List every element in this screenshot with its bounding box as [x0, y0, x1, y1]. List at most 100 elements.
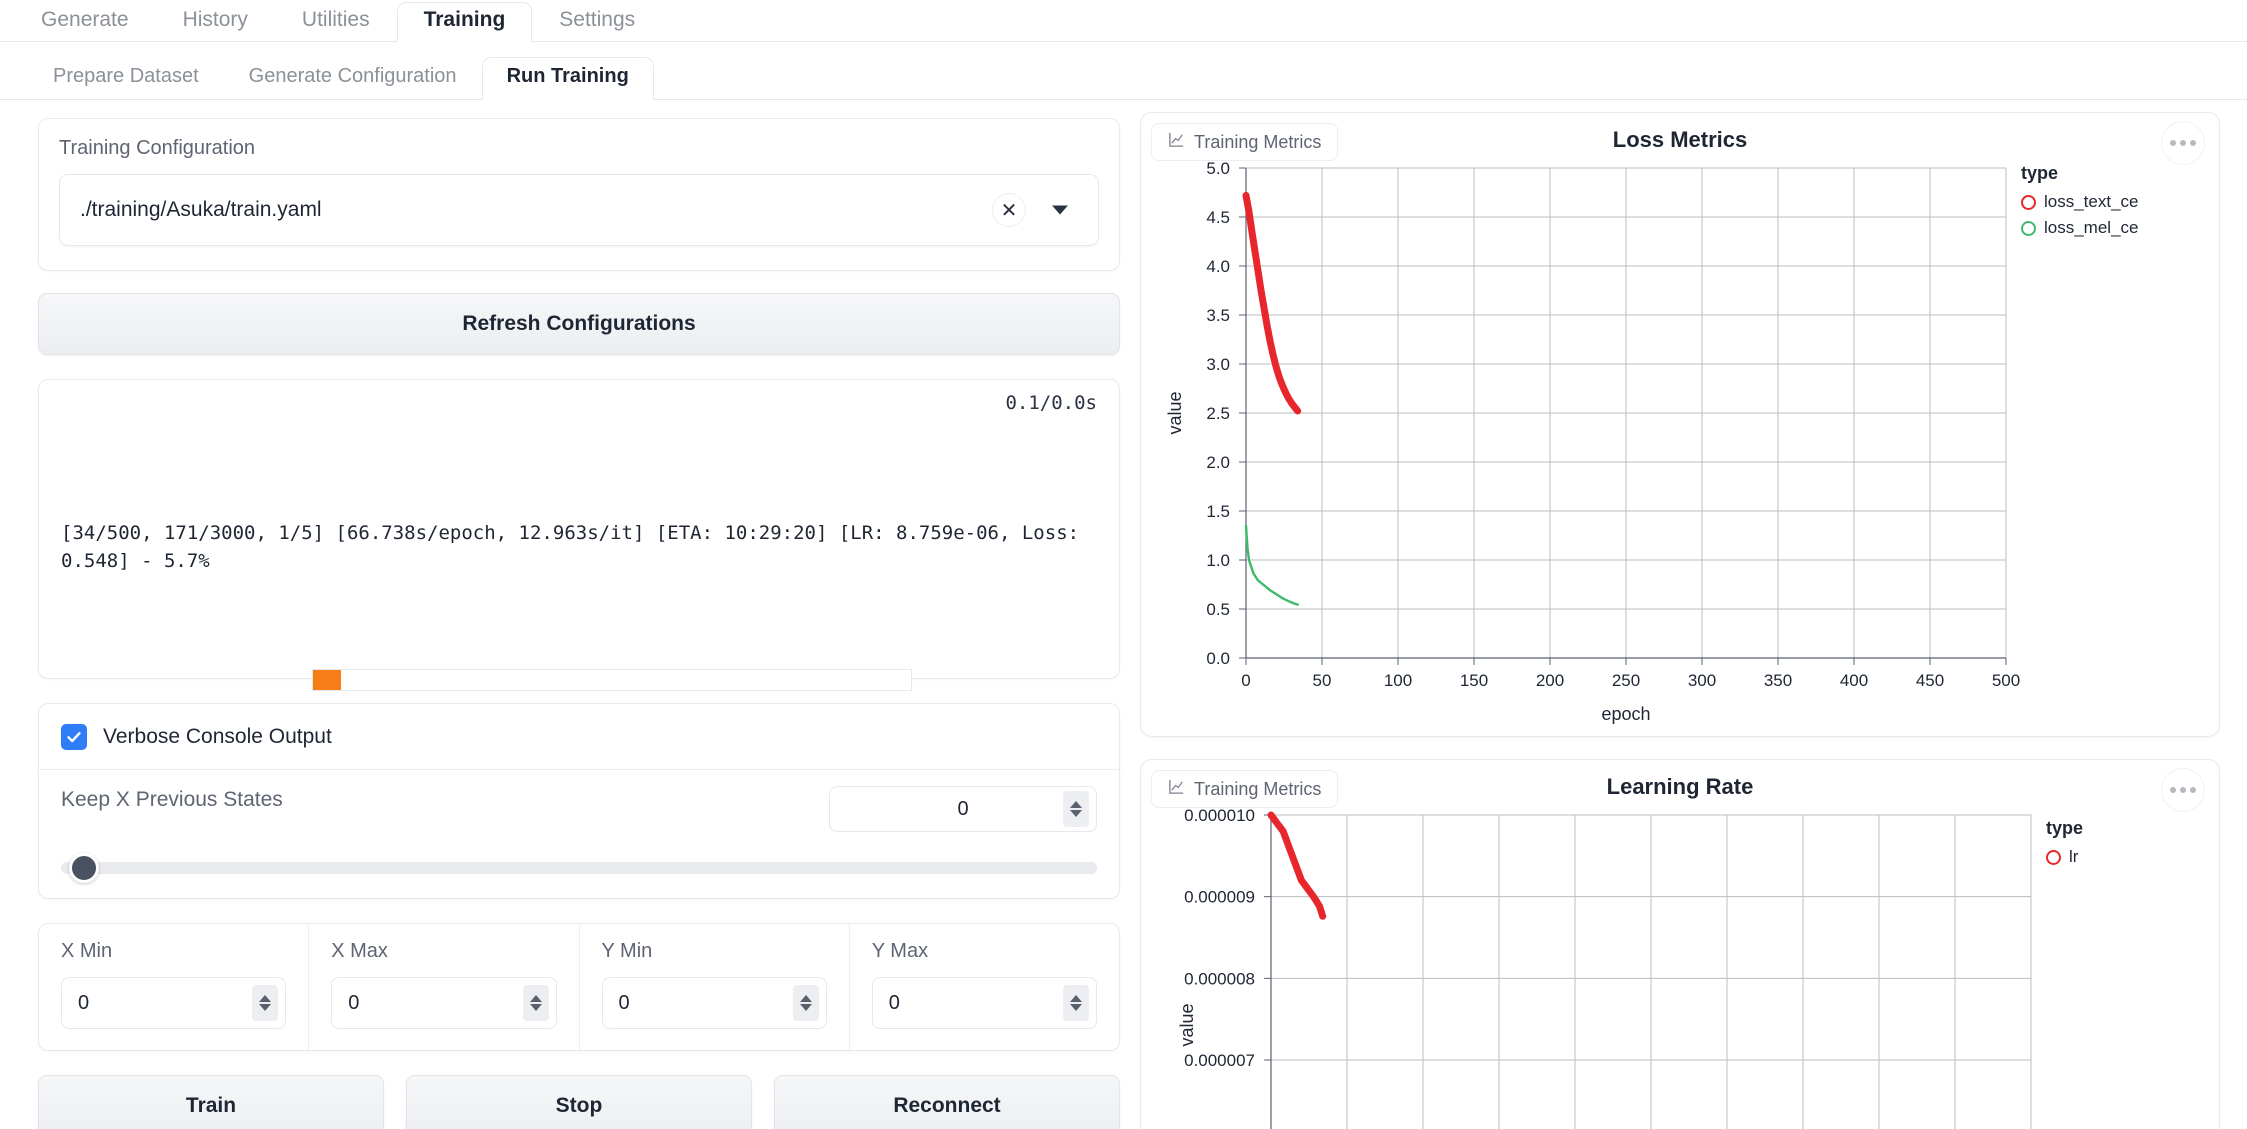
stepper-down-icon[interactable]: [259, 1004, 272, 1011]
stepper-down-icon[interactable]: [1070, 1004, 1082, 1011]
tab-generate-configuration[interactable]: Generate Configuration: [224, 57, 482, 99]
legend-title: type: [2046, 818, 2084, 838]
console-timer: 0.1/0.0s: [1005, 392, 1097, 414]
legend-swatch-icon: [2021, 194, 2036, 210]
x-max-label: X Max: [331, 940, 388, 962]
primary-tab-bar: Generate History Utilities Training Sett…: [0, 0, 2247, 42]
training-configuration-select[interactable]: ./training/Asuka/train.yaml ✕: [59, 174, 1099, 246]
svg-text:3.5: 3.5: [1206, 306, 1230, 325]
training-progress-fill: [313, 670, 341, 690]
tab-settings[interactable]: Settings: [532, 2, 662, 41]
y-max-value: 0: [888, 991, 900, 1014]
refresh-configurations-button[interactable]: Refresh Configurations: [38, 293, 1120, 355]
svg-text:0.000009: 0.000009: [1184, 888, 1255, 907]
verbose-console-checkbox[interactable]: [61, 723, 87, 750]
svg-text:50: 50: [1313, 671, 1332, 690]
stepper-down-icon[interactable]: [799, 1004, 812, 1011]
svg-text:1.5: 1.5: [1206, 502, 1230, 521]
svg-text:2.5: 2.5: [1206, 404, 1230, 423]
console-output-card: 0.1/0.0s [34/500, 171/3000, 1/5] [66.738…: [38, 379, 1120, 679]
stepper-up-icon[interactable]: [529, 995, 542, 1002]
train-button[interactable]: Train: [38, 1075, 384, 1129]
chart-icon: [1168, 778, 1185, 800]
y-max-input[interactable]: 0: [871, 977, 1097, 1029]
svg-text:350: 350: [1764, 671, 1792, 690]
console-log-text: [34/500, 171/3000, 1/5] [66.738s/epoch, …: [61, 522, 1091, 572]
training-page: Generate History Utilities Training Sett…: [0, 0, 2247, 1129]
training-configuration-card: Training Configuration ./training/Asuka/…: [38, 118, 1120, 271]
svg-text:2.0: 2.0: [1206, 453, 1230, 472]
tab-history[interactable]: History: [156, 2, 275, 41]
svg-text:250: 250: [1612, 671, 1640, 690]
keep-previous-states-value: 0: [957, 797, 969, 820]
svg-text:500: 500: [1992, 671, 2020, 690]
reconnect-button[interactable]: Reconnect: [774, 1075, 1120, 1129]
stepper-down-icon[interactable]: [1070, 810, 1082, 817]
axis-range-card: X Min 0 X Max 0 Y Min 0 Y Max 0: [38, 923, 1120, 1051]
chart-icon: [1168, 131, 1185, 153]
tab-utilities[interactable]: Utilities: [275, 2, 397, 41]
training-progress-bar: [312, 669, 912, 691]
stepper-up-icon[interactable]: [1070, 801, 1082, 808]
y-min-value: 0: [618, 991, 630, 1014]
stop-button[interactable]: Stop: [406, 1075, 752, 1129]
x-min-value: 0: [78, 991, 90, 1014]
close-icon[interactable]: ✕: [992, 193, 1026, 227]
stepper-up-icon[interactable]: [259, 995, 272, 1002]
loss-panel-tab-label: Training Metrics: [1194, 131, 1322, 152]
svg-text:450: 450: [1916, 671, 1944, 690]
y-min-input[interactable]: 0: [601, 977, 827, 1029]
more-horizontal-icon[interactable]: [2161, 121, 2205, 165]
tab-training[interactable]: Training: [396, 2, 533, 42]
legend-title: type: [2021, 163, 2059, 183]
keep-previous-states-stepper[interactable]: [1063, 791, 1089, 827]
legend-item[interactable]: lr: [2046, 847, 2083, 867]
tab-prepare-dataset[interactable]: Prepare Dataset: [28, 57, 224, 99]
svg-text:0.000008: 0.000008: [1184, 969, 1255, 988]
tab-generate[interactable]: Generate: [14, 2, 156, 41]
training-controls-column: Training Configuration ./training/Asuka/…: [38, 118, 1120, 1129]
keep-previous-states-group: Keep X Previous States 0: [38, 769, 1120, 899]
stepper-down-icon[interactable]: [529, 1004, 542, 1011]
x-max-input[interactable]: 0: [331, 977, 557, 1029]
stepper-up-icon[interactable]: [799, 995, 812, 1002]
x-min-stepper[interactable]: [252, 985, 279, 1021]
svg-text:0.0: 0.0: [1206, 649, 1230, 668]
legend-swatch-icon: [2021, 220, 2036, 236]
chevron-down-icon[interactable]: [1052, 205, 1068, 215]
more-horizontal-icon[interactable]: [2161, 768, 2205, 812]
y-min-stepper[interactable]: [792, 985, 819, 1021]
charts-column: Training Metrics Loss Metrics 0 50 100 150 2…: [1140, 112, 2220, 1129]
y-max-label: Y Max: [871, 940, 929, 962]
svg-text:1.0: 1.0: [1206, 551, 1230, 570]
y-max-stepper[interactable]: [1063, 985, 1089, 1021]
tab-run-training[interactable]: Run Training: [481, 57, 654, 100]
svg-text:value: value: [1165, 391, 1185, 434]
loss-panel-tab[interactable]: Training Metrics: [1151, 123, 1339, 161]
legend-item-label: loss_text_ce: [2044, 192, 2139, 211]
slider-handle[interactable]: [69, 853, 99, 883]
secondary-tab-bar: Prepare Dataset Generate Configuration R…: [0, 42, 2247, 100]
legend-item[interactable]: loss_text_ce: [2021, 192, 2139, 212]
svg-text:epoch: epoch: [1601, 704, 1650, 724]
svg-text:4.5: 4.5: [1206, 208, 1230, 227]
x-max-stepper[interactable]: [522, 985, 549, 1021]
learning-rate-panel: Training Metrics Learning Rate 0.000010 0…: [1140, 759, 2220, 1129]
legend-item[interactable]: loss_mel_ce: [2021, 218, 2139, 238]
action-button-row: Train Stop Reconnect: [38, 1075, 1120, 1129]
keep-previous-states-slider[interactable]: [61, 853, 1097, 883]
keep-previous-states-input[interactable]: 0: [829, 786, 1097, 832]
svg-text:100: 100: [1384, 671, 1412, 690]
verbose-console-label: Verbose Console Output: [103, 724, 332, 748]
svg-text:value: value: [1177, 1003, 1197, 1046]
y-min-group: Y Min 0: [578, 924, 849, 1050]
lr-chart-legend: type lr: [2046, 818, 2083, 873]
verbose-console-row: Verbose Console Output: [38, 703, 1120, 769]
svg-text:5.0: 5.0: [1206, 159, 1230, 178]
lr-panel-tab[interactable]: Training Metrics: [1151, 770, 1339, 808]
x-max-value: 0: [348, 991, 360, 1014]
training-configuration-value: ./training/Asuka/train.yaml: [80, 198, 322, 221]
learning-rate-chart-canvas: 0.0000100.0000090.0000080.0000070.000006…: [1177, 806, 2032, 1129]
x-min-input[interactable]: 0: [61, 977, 287, 1029]
stepper-up-icon[interactable]: [1070, 995, 1082, 1002]
